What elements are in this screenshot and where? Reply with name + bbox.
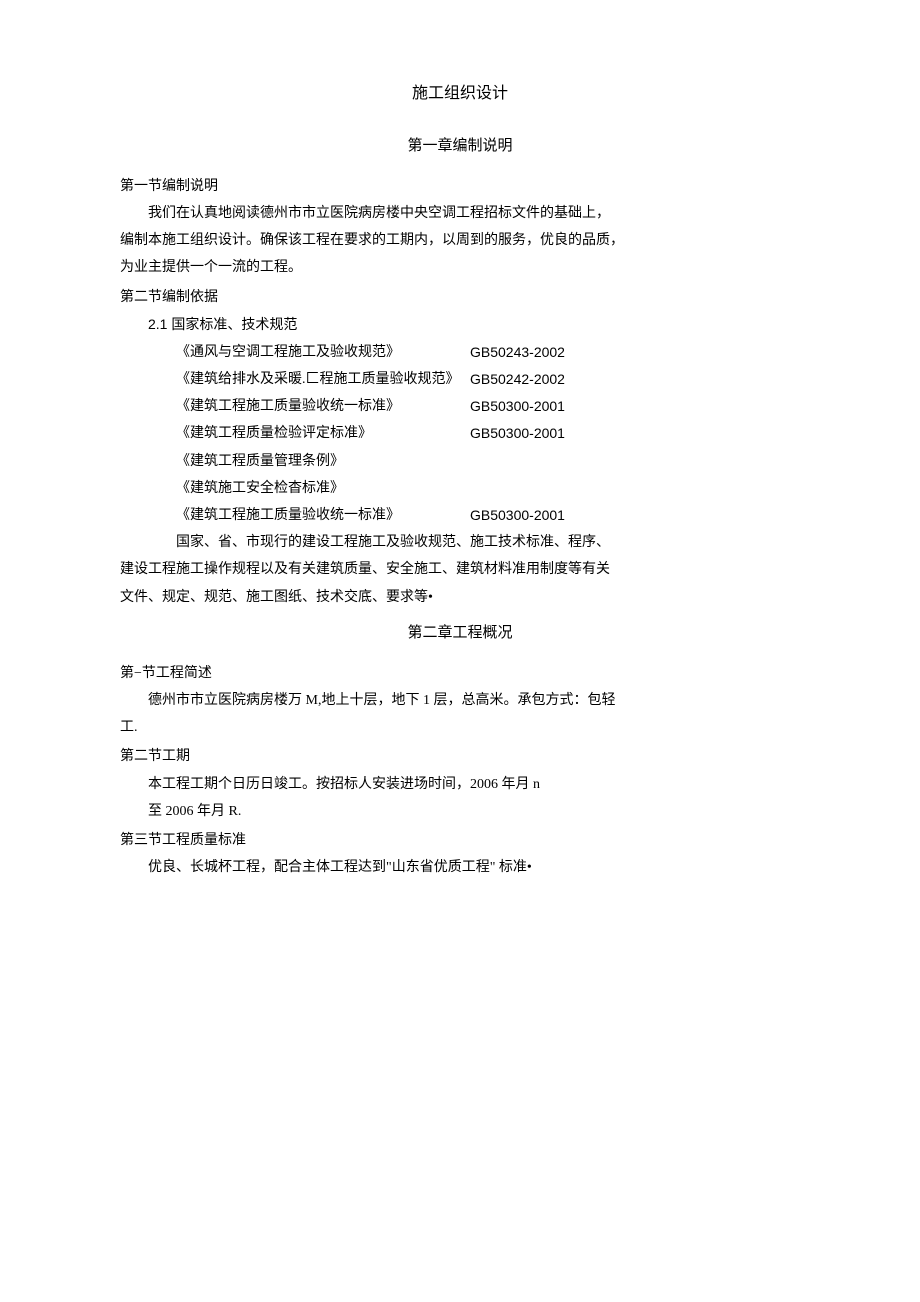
standard-code: GB50300-2001: [470, 394, 565, 419]
ch2-sec2-heading: 第二节工期: [120, 744, 800, 769]
ch2-sec3-heading: 第三节工程质量标准: [120, 828, 800, 853]
chapter1-heading: 第一章编制说明: [120, 133, 800, 160]
standard-code: GB50242-2002: [470, 367, 565, 392]
ch1-sec1-p2: 编制本施工组织设计。确保该工程在要求的工期内，以周到的服务，优良的品质，: [120, 228, 800, 253]
ch1-sec2-tail1: 国家、省、市现行的建设工程施工及验收规范、施工技术标准、程序、: [120, 530, 800, 555]
ch1-sec2-sub21: 2.1 国家标准、技术规范: [120, 312, 800, 338]
ch2-sec2-p2: 至 2006 年月 R.: [120, 799, 800, 824]
standard-name: 《建筑工程施工质量验收统一标准》: [176, 394, 470, 419]
standard-row: 《建筑施工安全检杳标准》: [120, 476, 800, 501]
standard-row: 《建筑工程质量检验评定标准》 GB50300-2001: [120, 421, 800, 446]
standard-name: 《建筑工程施工质量验收统一标准》: [176, 503, 470, 528]
standard-row: 《建筑工程施工质量验收统一标准》 GB50300-2001: [120, 503, 800, 528]
ch2-sec2-p1: 本工程工期个日历日竣工。按招标人安装进场时间，2006 年月 n: [120, 772, 800, 797]
ch2-sec1-heading: 第−节工程简述: [120, 661, 800, 686]
ch1-sec1-p1: 我们在认真地阅读德州市市立医院病房楼中央空调工程招标文件的基础上，: [120, 201, 800, 226]
standard-code: GB50300-2001: [470, 421, 565, 446]
standard-row: 《通风与空调工程施工及验收规范》 GB50243-2002: [120, 340, 800, 365]
standard-code: GB50300-2001: [470, 503, 565, 528]
chapter2-heading: 第二章工程概况: [120, 620, 800, 647]
sub21-text: 2.1 国家标准、技术规范: [148, 316, 297, 332]
standard-name: 《建筑给排水及采暖.匚程施工质量验收规范》: [176, 367, 470, 392]
ch1-sec2-tail3: 文件、规定、规范、施工图纸、技术交底、要求等•: [120, 585, 800, 610]
ch2-sec3-p1: 优良、长城杯工程，配合主体工程达到"山东省优质工程" 标准•: [120, 855, 800, 880]
standard-row: 《建筑给排水及采暖.匚程施工质量验收规范》 GB50242-2002: [120, 367, 800, 392]
ch2-sec1-p2: 工.: [120, 715, 800, 740]
standard-code: GB50243-2002: [470, 340, 565, 365]
standard-name: 《建筑工程质量管理条例》: [176, 449, 470, 474]
standard-name: 《建筑工程质量检验评定标准》: [176, 421, 470, 446]
ch1-sec2-tail2: 建设工程施工操作规程以及有关建筑质量、安全施工、建筑材料准用制度等有关: [120, 557, 800, 582]
ch1-sec1-heading: 第一节编制说明: [120, 174, 800, 199]
standard-row: 《建筑工程施工质量验收统一标准》 GB50300-2001: [120, 394, 800, 419]
standard-name: 《通风与空调工程施工及验收规范》: [176, 340, 470, 365]
ch2-sec1-p1: 德州市市立医院病房楼万 M,地上十层，地下 1 层，总高米。承包方式：包轻: [120, 688, 800, 713]
document-page: 施工组织设计 第一章编制说明 第一节编制说明 我们在认真地阅读德州市市立医院病房…: [0, 0, 920, 1302]
document-title: 施工组织设计: [120, 80, 800, 109]
ch1-sec2-heading: 第二节编制依据: [120, 285, 800, 310]
standard-row: 《建筑工程质量管理条例》: [120, 449, 800, 474]
ch1-sec1-p3: 为业主提供一个一流的工程。: [120, 255, 800, 280]
standard-name: 《建筑施工安全检杳标准》: [176, 476, 470, 501]
